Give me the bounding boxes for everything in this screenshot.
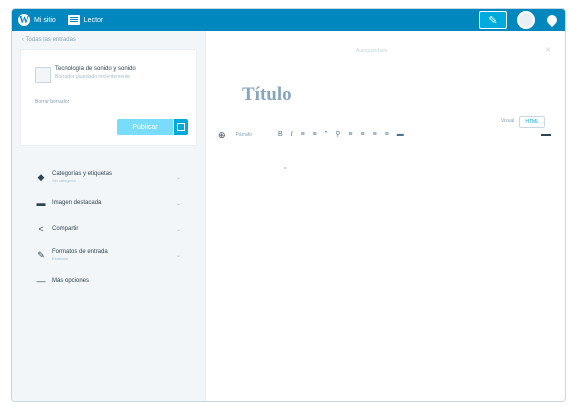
numbered-list-icon[interactable]: ≡ xyxy=(313,129,317,141)
publish-group: Publicar xyxy=(117,119,188,135)
sidebar-item-label: Compartir xyxy=(52,226,79,232)
format-select[interactable]: Párrafo xyxy=(236,132,252,138)
sidebar-list: ◆ Categorías y etiquetas Sin categoría ⌄… xyxy=(12,164,205,294)
editor-toolbar: ⊕ Párrafo B I ≡ ≡ " ⚲ ≡ ≡ ≡ ≡ ▬ xyxy=(218,129,551,141)
publish-button[interactable]: Publicar xyxy=(117,119,173,135)
bell-icon[interactable] xyxy=(544,12,560,28)
sidebar-item-sharing[interactable]: < Compartir ⌄ xyxy=(12,216,205,242)
my-sites-label: Mi sitio xyxy=(34,16,56,24)
draft-card: Tecnología de sonido y sonido Borrador g… xyxy=(20,49,197,146)
chevron-down-icon: ⌄ xyxy=(175,253,181,259)
write-button[interactable]: ✎ xyxy=(479,11,507,29)
editor-sidebar: ‹ Todas las entradas Tecnología de sonid… xyxy=(12,31,206,401)
sidebar-item-label: Formatos de entrada xyxy=(52,249,108,255)
calendar-icon xyxy=(177,123,185,131)
masterbar: W Mi sitio Lector ✎ xyxy=(12,9,565,31)
sidebar-item-featured-image[interactable]: ▬ Imagen destacada ⌄ xyxy=(12,190,205,216)
sidebar-item-more-options[interactable]: — Más opciones xyxy=(12,268,205,294)
sidebar-item-sub: Sin categoría xyxy=(52,178,76,183)
draft-subtitle: Borrador guardado recientemente xyxy=(55,74,131,80)
draft-thumbnail xyxy=(35,67,51,83)
more-icon[interactable] xyxy=(541,134,551,136)
reader-icon xyxy=(67,15,80,25)
quote-icon[interactable]: " xyxy=(325,129,328,141)
sidebar-item-label: Categorías y etiquetas xyxy=(52,171,113,177)
sidebar-item-categories[interactable]: ◆ Categorías y etiquetas Sin categoría ⌄ xyxy=(12,164,205,190)
reader-label: Lector xyxy=(83,16,104,24)
chevron-down-icon: ⌄ xyxy=(175,201,181,207)
sidebar-item-label: Imagen destacada xyxy=(52,200,102,206)
sidebar-item-post-formats[interactable]: ✎ Formatos de entrada Estándar ⌄ xyxy=(12,242,205,268)
reader-button[interactable]: Lector xyxy=(62,9,109,31)
all-posts-link[interactable]: ‹ Todas las entradas xyxy=(12,31,205,49)
align-left-icon[interactable]: ≡ xyxy=(348,129,352,141)
schedule-button[interactable] xyxy=(173,119,188,135)
minus-icon: — xyxy=(36,276,46,286)
autosave-status: Autoguardado xyxy=(356,48,388,54)
post-title-input[interactable]: Título xyxy=(242,84,292,106)
wordpress-logo-icon: W xyxy=(18,14,30,26)
bullet-list-icon[interactable]: ≡ xyxy=(301,129,305,141)
close-icon[interactable]: ✕ xyxy=(545,46,551,54)
tab-html[interactable]: HTML xyxy=(519,116,545,128)
strikethrough-icon[interactable]: ≡ xyxy=(385,129,389,141)
app-window: W Mi sitio Lector ✎ ‹ Todas las entradas… xyxy=(11,8,566,402)
avatar[interactable] xyxy=(517,11,535,29)
folder-icon: ◆ xyxy=(37,171,45,182)
pencil-icon: ✎ xyxy=(488,14,498,27)
add-media-icon[interactable]: ⊕ xyxy=(218,129,226,141)
draft-title[interactable]: Tecnología de sonido y sonido xyxy=(55,66,136,72)
share-icon: < xyxy=(38,224,44,234)
sidebar-item-label: Más opciones xyxy=(52,278,90,284)
align-right-icon[interactable]: ≡ xyxy=(373,129,377,141)
editor-mode-tabs: Visual HTML xyxy=(496,116,545,128)
align-center-icon[interactable]: ≡ xyxy=(361,129,365,141)
italic-icon[interactable]: I xyxy=(291,129,293,141)
format-icon: ✎ xyxy=(37,249,45,260)
my-sites-button[interactable]: W Mi sitio xyxy=(12,9,62,31)
chevron-down-icon: ⌄ xyxy=(175,227,181,233)
link-icon[interactable]: ⚲ xyxy=(335,129,340,141)
image-icon: ▬ xyxy=(36,198,46,208)
content-area[interactable] xyxy=(284,167,286,169)
tab-visual[interactable]: Visual xyxy=(496,116,520,128)
trash-draft-link[interactable]: Borrar borrador xyxy=(35,99,69,105)
editor-pane: Autoguardado ✕ Título Visual HTML ⊕ Párr… xyxy=(206,31,565,401)
bold-icon[interactable]: B xyxy=(278,129,283,141)
insert-more-icon[interactable]: ▬ xyxy=(397,129,404,141)
chevron-down-icon: ⌄ xyxy=(175,175,181,181)
sidebar-item-sub: Estándar xyxy=(52,256,69,261)
